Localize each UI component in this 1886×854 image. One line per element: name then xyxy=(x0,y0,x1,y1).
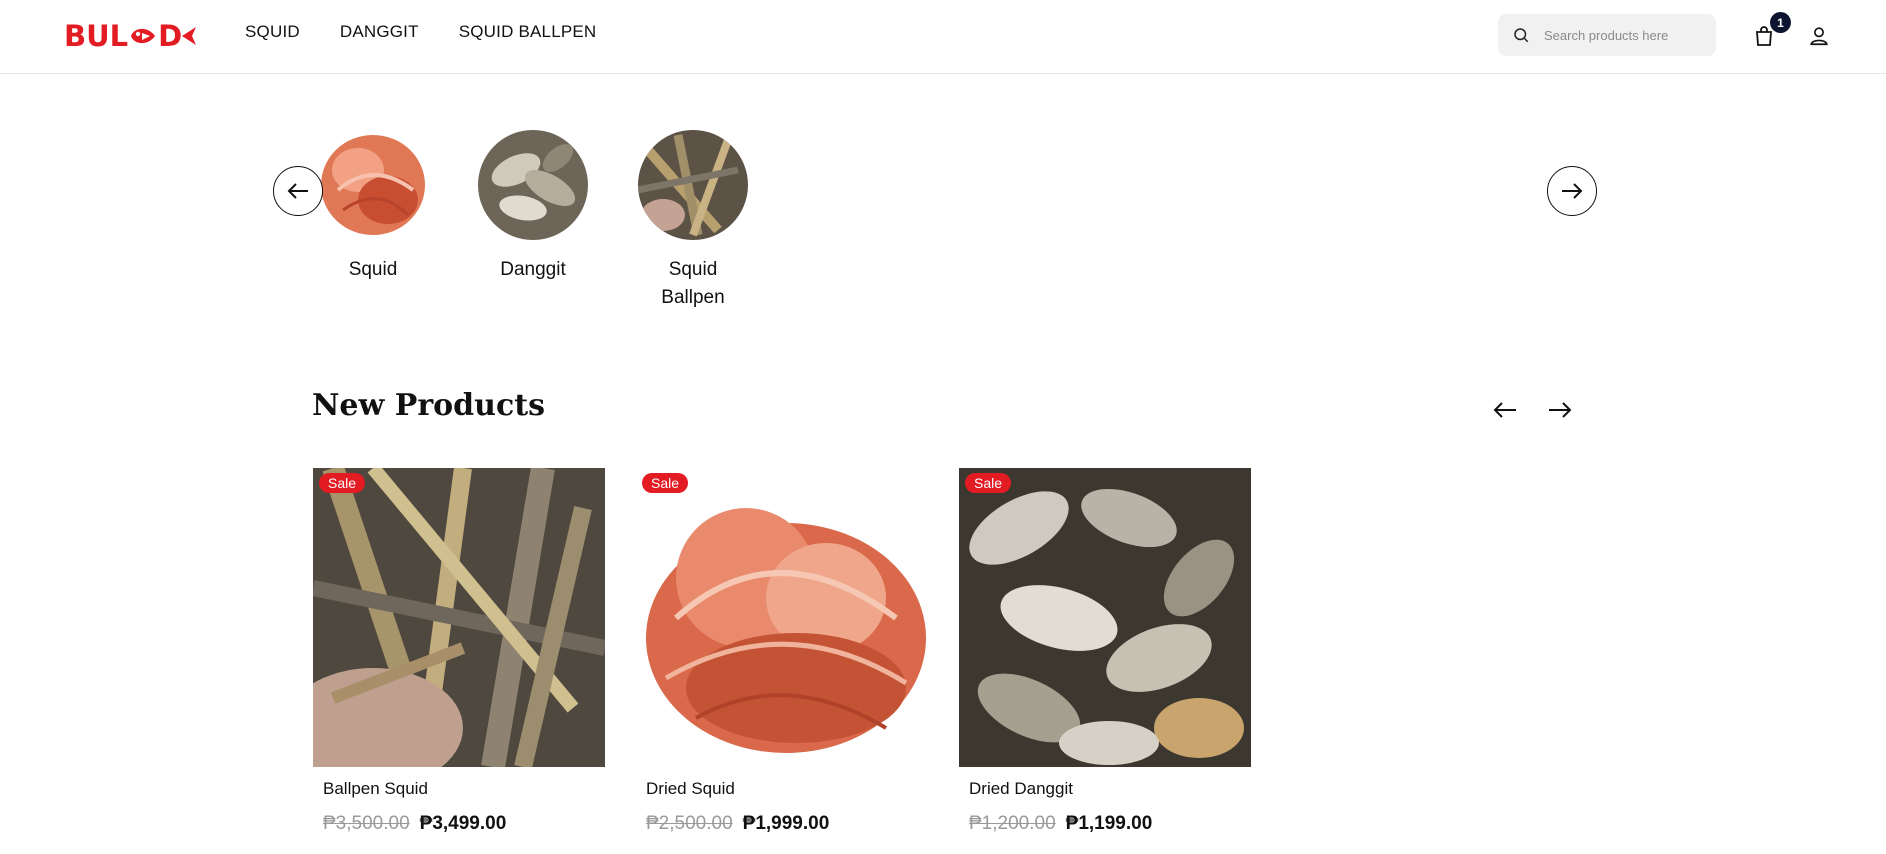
nav-item-squid[interactable]: SQUID xyxy=(245,22,300,42)
search-icon[interactable] xyxy=(1512,26,1530,44)
nav-item-danggit[interactable]: DANGGIT xyxy=(340,22,419,42)
product-name[interactable]: Ballpen Squid xyxy=(323,779,605,799)
site-header: BUL D SQUID DANGGIT SQUID BALLPEN 1 xyxy=(0,0,1886,74)
category-item-danggit[interactable]: Danggit xyxy=(468,130,598,284)
logo-text: BUL xyxy=(64,19,129,53)
category-image-squid-ballpen xyxy=(638,130,748,240)
product-prices: ₱3,500.00 ₱3,499.00 xyxy=(323,813,605,835)
product-image[interactable]: Sale xyxy=(313,468,605,767)
sale-price: ₱1,199.00 xyxy=(1065,813,1153,834)
category-item-squid-ballpen[interactable]: Squid Ballpen xyxy=(628,130,758,312)
product-card-dried-danggit[interactable]: Sale Dried Danggit ₱1,200.00 ₱1,199.00 xyxy=(959,468,1251,835)
original-price: ₱2,500.00 xyxy=(646,813,733,834)
sale-price: ₱3,499.00 xyxy=(419,813,507,834)
fish-logo-icon xyxy=(131,28,156,44)
arrow-right-icon xyxy=(1562,183,1583,199)
new-products-title: New Products xyxy=(312,388,545,423)
category-next-button[interactable] xyxy=(1547,166,1597,216)
brand-logo[interactable]: BUL D xyxy=(64,18,198,54)
category-image-danggit xyxy=(478,130,588,240)
product-name[interactable]: Dried Danggit xyxy=(969,779,1251,799)
search-input[interactable] xyxy=(1544,27,1684,43)
sale-badge: Sale xyxy=(642,473,689,493)
sale-badge: Sale xyxy=(965,473,1012,493)
product-name[interactable]: Dried Squid xyxy=(646,779,928,799)
sale-price: ₱1,999.00 xyxy=(742,813,830,834)
product-card-dried-squid[interactable]: Sale Dried Squid ₱2,500.00 ₱1,999.00 xyxy=(636,468,928,835)
category-item-squid[interactable]: Squid xyxy=(308,130,438,284)
product-prices: ₱2,500.00 ₱1,999.00 xyxy=(646,813,928,835)
category-label: Squid xyxy=(348,259,398,280)
cart-count-badge: 1 xyxy=(1770,12,1791,33)
main-nav: SQUID DANGGIT SQUID BALLPEN xyxy=(245,22,596,42)
category-prev-button[interactable] xyxy=(273,166,323,216)
original-price: ₱3,500.00 xyxy=(323,813,410,834)
fish-tail-icon xyxy=(182,27,197,45)
category-label: Danggit xyxy=(500,259,566,280)
sale-badge: Sale xyxy=(319,473,366,493)
product-image[interactable]: Sale xyxy=(959,468,1251,767)
product-image[interactable]: Sale xyxy=(636,468,928,767)
category-image-squid xyxy=(318,130,428,240)
products-prev-arrow-icon[interactable] xyxy=(1491,398,1519,422)
arrow-left-icon xyxy=(287,183,308,199)
nav-item-squid-ballpen[interactable]: SQUID BALLPEN xyxy=(459,22,597,42)
products-next-arrow-icon[interactable] xyxy=(1546,398,1574,422)
search-box xyxy=(1498,14,1716,56)
user-icon[interactable] xyxy=(1808,24,1830,48)
logo-text-end: D xyxy=(158,19,183,53)
original-price: ₱1,200.00 xyxy=(969,813,1056,834)
product-prices: ₱1,200.00 ₱1,199.00 xyxy=(969,813,1251,835)
product-card-ballpen-squid[interactable]: Sale Ballpen Squid ₱3,500.00 ₱3,499.00 xyxy=(313,468,605,835)
category-label: Squid Ballpen xyxy=(661,259,725,308)
